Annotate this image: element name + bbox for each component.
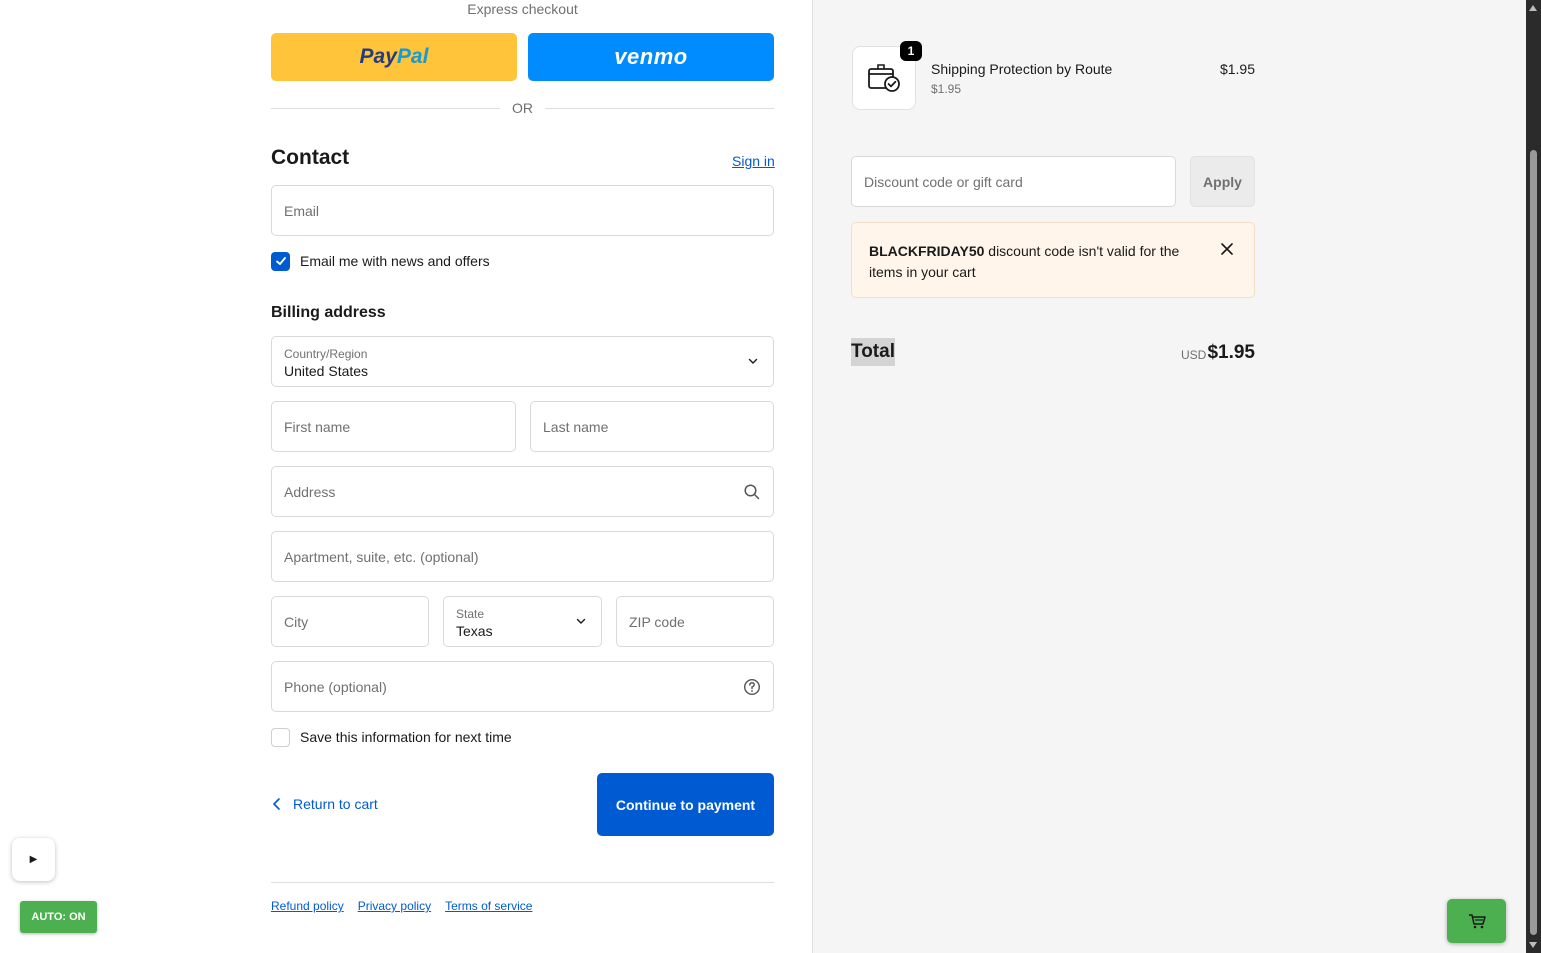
email-field[interactable]: Email <box>271 185 774 236</box>
paypal-logo-part2: Pal <box>396 45 429 68</box>
total-label: Total <box>851 338 895 366</box>
scrollbar-thumb[interactable] <box>1530 150 1537 935</box>
play-button[interactable]: ▶ <box>12 838 55 881</box>
news-checkbox[interactable] <box>271 251 290 271</box>
checkout-form-panel: Express checkout Pay Pal venmo OR Contact… <box>0 0 812 953</box>
news-checkbox-label: Email me with news and offers <box>300 253 490 269</box>
address-placeholder: Address <box>284 484 336 500</box>
last-name-field[interactable]: Last name <box>530 401 774 452</box>
total-value: $1.95 <box>1207 342 1255 363</box>
item-name: Shipping Protection by Route <box>931 61 1113 77</box>
save-info-checkbox[interactable] <box>271 727 290 747</box>
country-select[interactable]: Country/Region United States <box>271 336 774 387</box>
item-unit-price: $1.95 <box>931 82 962 96</box>
country-value: United States <box>284 363 369 379</box>
express-checkout-label: Express checkout <box>467 1 578 17</box>
order-summary-panel <box>812 0 1526 953</box>
save-info-label: Save this information for next time <box>300 729 512 745</box>
apartment-field[interactable]: Apartment, suite, etc. (optional) <box>271 531 774 582</box>
address-field[interactable]: Address <box>271 466 774 517</box>
refund-policy-link[interactable]: Refund policy <box>271 899 344 913</box>
state-value: Texas <box>456 623 493 639</box>
discount-error-alert: BLACKFRIDAY50 discount code isn't valid … <box>851 222 1255 298</box>
checkmark-icon <box>275 257 286 265</box>
search-icon[interactable] <box>743 483 761 501</box>
zip-placeholder: ZIP code <box>629 614 685 630</box>
first-name-placeholder: First name <box>284 419 351 435</box>
privacy-policy-link[interactable]: Privacy policy <box>358 899 431 913</box>
phone-placeholder: Phone (optional) <box>284 679 387 695</box>
save-info-checkbox-row[interactable]: Save this information for next time <box>271 727 512 747</box>
continue-to-payment-button[interactable]: Continue to payment <box>597 773 774 836</box>
state-label: State <box>456 607 485 621</box>
paypal-button[interactable]: Pay Pal <box>271 33 517 81</box>
apply-discount-button[interactable]: Apply <box>1190 156 1255 207</box>
auto-mode-label: AUTO: ON <box>31 911 86 923</box>
scroll-down-arrow[interactable] <box>1529 942 1537 948</box>
or-divider: OR <box>271 100 774 118</box>
discount-code-input[interactable]: Discount code or gift card <box>851 156 1176 207</box>
scroll-up-arrow[interactable] <box>1529 5 1537 11</box>
footer-divider <box>271 882 774 883</box>
footer-links: Refund policy Privacy policy Terms of se… <box>271 899 532 913</box>
chevron-down-icon <box>576 618 586 624</box>
apartment-placeholder: Apartment, suite, etc. (optional) <box>284 549 479 565</box>
terms-of-service-link[interactable]: Terms of service <box>445 899 532 913</box>
email-placeholder: Email <box>284 203 320 219</box>
zip-field[interactable]: ZIP code <box>616 596 774 647</box>
city-field[interactable]: City <box>271 596 429 647</box>
return-to-cart-label: Return to cart <box>293 796 378 812</box>
package-protection-icon <box>868 64 900 92</box>
divider-line <box>545 108 774 109</box>
shopping-cart-icon <box>1468 914 1486 929</box>
sign-in-link[interactable]: Sign in <box>732 153 775 169</box>
return-to-cart-link[interactable]: Return to cart <box>271 796 378 812</box>
continue-to-payment-label: Continue to payment <box>615 796 756 813</box>
close-icon[interactable] <box>1220 242 1234 256</box>
help-circle-icon[interactable] <box>743 678 761 696</box>
city-placeholder: City <box>284 614 309 630</box>
last-name-placeholder: Last name <box>543 419 609 435</box>
discount-code-placeholder: Discount code or gift card <box>864 174 1023 190</box>
auto-mode-badge[interactable]: AUTO: ON <box>20 901 97 933</box>
country-label: Country/Region <box>284 347 368 361</box>
news-checkbox-row[interactable]: Email me with news and offers <box>271 251 490 271</box>
quantity-badge: 1 <box>900 41 922 61</box>
apply-label: Apply <box>1203 173 1242 190</box>
venmo-logo: venmo <box>614 44 688 69</box>
state-select[interactable]: State Texas <box>443 596 602 647</box>
item-price: $1.95 <box>1219 61 1255 77</box>
venmo-button[interactable]: venmo <box>528 33 774 81</box>
chevron-left-icon <box>273 798 280 810</box>
scrollbar[interactable] <box>1526 0 1541 953</box>
contact-heading: Contact <box>271 146 350 169</box>
cart-floating-button[interactable] <box>1447 899 1506 943</box>
billing-heading: Billing address <box>271 304 386 321</box>
phone-field[interactable]: Phone (optional) <box>271 661 774 712</box>
alert-message: BLACKFRIDAY50 discount code isn't valid … <box>869 241 1189 283</box>
alert-code: BLACKFRIDAY50 <box>869 243 985 259</box>
chevron-down-icon <box>748 358 758 364</box>
first-name-field[interactable]: First name <box>271 401 516 452</box>
paypal-logo-part1: Pay <box>359 45 397 68</box>
play-icon: ▶ <box>29 854 38 865</box>
